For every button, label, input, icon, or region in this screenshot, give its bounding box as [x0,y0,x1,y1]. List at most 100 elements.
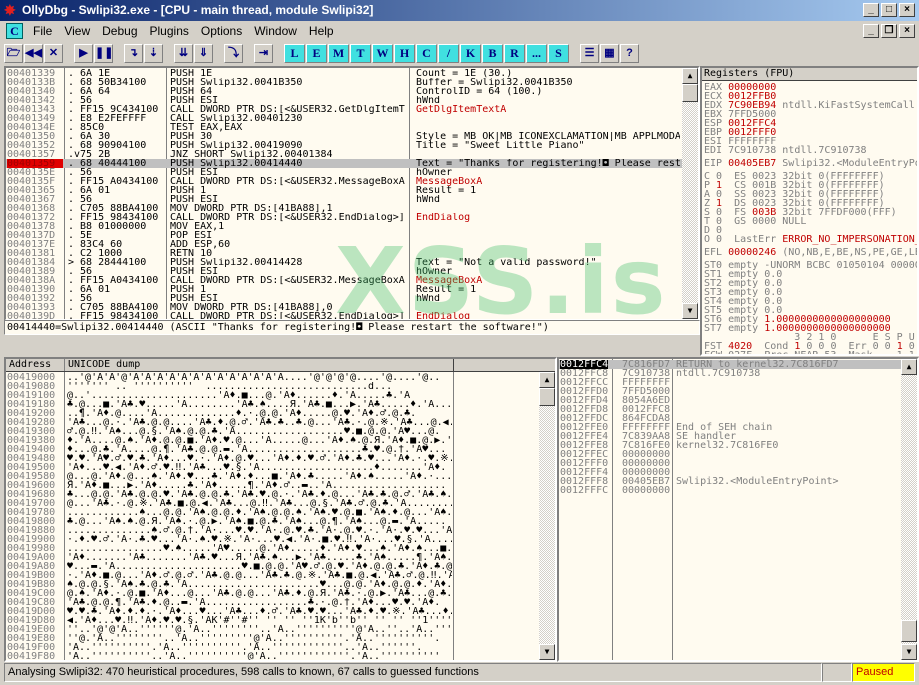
window-button-8[interactable]: K [460,43,481,63]
dump-row[interactable]: 00419300 ♂.@.‼.'A♠...@.§.'A♠.@.@.♣.'A....… [6,427,555,437]
dump-row[interactable]: 00419A80 ♥...▬.'A.....................♥.■… [6,562,555,572]
register-line[interactable]: O 0 LastErr ERROR_NO_IMPERSONATION_TOKEN [704,235,917,245]
stack-row[interactable]: 0012FFEC 00000000 [559,450,917,460]
stack-pane[interactable]: 0012FFC4 7C816FD7 RETURN to kernel32.7C816… [557,357,919,662]
dump-pane[interactable]: Address UNICODE dump 00419000 ..'@'A'A'@'… [4,357,557,662]
mdi-minimize-button[interactable]: _ [863,24,879,38]
dump-row[interactable]: 00419400 ♦...@.♣.'A....@.¶.'A♣.@.@.▬.'A..… [6,445,555,455]
window-button-12[interactable]: S [548,43,569,63]
scroll-down-button[interactable]: ▼ [539,644,555,660]
list-button[interactable]: ☰ [580,43,599,63]
scroll-up-button[interactable]: ▲ [539,372,555,388]
menu-plugins[interactable]: Plugins [144,24,195,38]
minimize-button[interactable]: _ [863,3,879,17]
scroll-up-button[interactable]: ▲ [682,68,698,84]
pause-button[interactable]: ❚❚ [94,43,113,63]
dump-row[interactable]: 00419080 ''''''' .. '''''''''' ..........… [6,382,555,392]
stack-row[interactable]: 0012FFC8 7C910738 ntdll.7C910738 [559,369,917,379]
dump-row[interactable]: 00419A00 'A♦.......'A♣.......'A♣.♥...Я.'A… [6,553,555,563]
menu-debug[interactable]: Debug [96,24,143,38]
window-button-11[interactable]: ... [526,43,547,63]
dump-row[interactable]: 00419380 ♦.'A....@.♠.'A♦.@.@.■.'A♦.♥.@...… [6,436,555,446]
dump-row[interactable]: 00419900 ·.♦.♥.♂.'A·.♣.♥...'A·.♠.♥.※.'A·.… [6,535,555,545]
window-button-6[interactable]: C [416,43,437,63]
trace-into-button[interactable]: ⇊ [174,43,193,63]
menu-view[interactable]: View [58,24,96,38]
disasm-row[interactable]: 00401365. 6A 01 PUSH 1 Result = 1 [6,186,698,196]
menu-options[interactable]: Options [195,24,248,38]
restart-button[interactable]: ◀◀ [24,43,43,63]
step-over-button[interactable]: ⇣ [144,43,163,63]
stack-row[interactable]: 0012FFD0 7FFD5000 [559,387,917,397]
stack-row[interactable]: 0012FFD8 0012FFC8 [559,405,917,415]
help-button[interactable]: ? [620,43,639,63]
dump-row[interactable]: 00419480 ♥.♥.'A♥.♂.♥.♣.'A♦...♥.·.'A♦.@.♥.… [6,454,555,464]
open-button[interactable]: 🗁 [4,43,23,63]
stack-scrollbar[interactable]: ▲ ▼ [901,359,917,660]
scroll-thumb[interactable] [539,388,555,406]
scroll-thumb[interactable] [901,620,917,642]
menu-file[interactable]: File [27,24,58,38]
window-button-5[interactable]: H [394,43,415,63]
dump-row[interactable]: 00419800 ♣.@...'A♠.♠.@.Я.'A♠.·.@.▶.'A♠.■.… [6,517,555,527]
address-column-header[interactable]: Address [9,359,51,371]
dump-row[interactable]: 00419700 @...'A♣.·.@.※.'A♣.■.@.◀.'A♣...@.… [6,499,555,509]
stack-row[interactable]: 0012FFF8 00405EB7 Swlipi32.<ModuleEntryPoi… [559,477,917,487]
dump-row[interactable]: 00419780 ............♠...@.@.'A♠.@.@.♦.'A… [6,508,555,518]
menu-help[interactable]: Help [303,24,340,38]
stack-row[interactable]: 0012FFE0 FFFFFFFF End of SEH chain [559,423,917,433]
scroll-up-button[interactable]: ▲ [901,359,917,375]
window-button-7[interactable]: / [438,43,459,63]
stack-row[interactable]: 0012FFCC FFFFFFFF [559,378,917,388]
registers-header[interactable]: Registers (FPU) [702,68,917,81]
cpu-window-icon[interactable]: C [6,23,23,39]
step-into-button[interactable]: ↴ [124,43,143,63]
dump-scrollbar[interactable]: ▲ ▼ [539,372,555,660]
disasm-row[interactable]: 00401384 > 68 28444100 PUSH Swlipi32.00414… [6,258,698,268]
dump-row[interactable]: 00419280 'A♣...@.·.'A♣.@.@....'A♣.♦.@.♂.'… [6,418,555,428]
dump-row[interactable]: 00419C80 'A♣.@.@.¶.'A♣.♦.@..▬.'A.........… [6,598,555,608]
dump-row[interactable]: 00419E80 ''@.'A..''''''''..'A..'''''''''@… [6,634,555,644]
window-button-0[interactable]: L [284,43,305,63]
register-line[interactable]: EIP 00405EB7 Swlipi32.<ModuleEntryPoint> [704,159,917,169]
window-button-9[interactable]: B [482,43,503,63]
window-button-1[interactable]: E [306,43,327,63]
stack-row[interactable]: 0012FFD4 8054A6ED [559,396,917,406]
disasm-row[interactable]: 00401390. 6A 01 PUSH 1 Result = 1 [6,285,698,295]
disasm-row[interactable]: 00401359. 68 40444100 PUSH Swlipi32.00414… [6,159,698,169]
registers-pane[interactable]: Registers (FPU) EAX 00000000 ECX 0012FFB0… [700,66,919,356]
register-line[interactable]: EDI 7C910738 ntdll.7C910738 [704,146,917,156]
dump-row[interactable]: 00419F80 'A..''''''''''..'A..''''''''''@'… [6,652,555,661]
mdi-close-button[interactable]: × [899,24,915,38]
scroll-down-button[interactable]: ▼ [901,644,917,660]
dump-row[interactable]: 00419000 ..'@'A'A'@'A'A'A'A'A'A'A'A'A'A'A… [6,373,555,383]
stack-row[interactable]: 0012FFFC 00000000 [559,486,917,496]
dump-row[interactable]: 00419F00 'A..''''''''''.'A..''''''''''.'A… [6,643,555,653]
stack-row[interactable]: 0012FFF0 00000000 [559,459,917,469]
mdi-restore-button[interactable]: ❐ [881,24,897,38]
window-button-2[interactable]: M [328,43,349,63]
window-button-3[interactable]: T [350,43,371,63]
dump-row[interactable]: 00419600 Я.'A♦.■...▶.'A♦.....♣.'A♦.....¶.… [6,481,555,491]
dump-row[interactable]: 00419980 ................♥.♠.....'A♥.....… [6,544,555,554]
run-button[interactable]: ▶ [74,43,93,63]
go-to-origin-button[interactable]: ⇥ [254,43,273,63]
stack-row[interactable]: 0012FFE8 7C816FE0 kernel32.7C816FE0 [559,441,917,451]
disasm-row[interactable]: 00401378. B8 01000000 MOV EAX,1 [6,222,698,232]
dump-row[interactable]: 00419C00 @.♠.'A♦.·.@.■.'A♦...@...'A♣.@.@.… [6,589,555,599]
execute-till-return-button[interactable]: ⤵ [224,43,243,63]
dump-row[interactable]: 00419E00 ''..'@'@'A..''''''@.'A..''''''''… [6,625,555,635]
unicode-dump-column-header[interactable]: UNICODE dump [64,359,453,371]
dump-row[interactable]: 00419500 'A♦...♥.◀.'A♦.♂.♥.‼.'A♣...♥.§.'A… [6,463,555,473]
disasm-row[interactable]: 00401349. E8 E2FEFFFF CALL Swlipi32.00401… [6,114,698,124]
window-button-10[interactable]: R [504,43,525,63]
dump-row[interactable]: 00419B00 ·.'A♦.■.@...'A♦.♂.@.♂.'A♣.@.@...… [6,571,555,581]
window-button-4[interactable]: W [372,43,393,63]
dump-row[interactable]: 00419100 @..'.....................'A♦.■..… [6,391,555,401]
disasm-row[interactable]: 00401340. 6A 64 PUSH 64 ControlID = 64 (10… [6,87,698,97]
dump-row[interactable]: 00419D80 ◀.'A♦...♥.‼.'A♦.♥.♥.§.'AK'#''#''… [6,616,555,626]
dump-row[interactable]: 00419680 ♣...@.@.'A♣.@.@.♥.'A♣.@.@.♣.'A♣.… [6,490,555,500]
dump-row[interactable]: 00419B80 ♠.@.@.§.'A♠.♣.@.♣.'A............… [6,580,555,590]
dump-row[interactable]: 00419580 @...@.'A♦.@...♠.'A♦.♥...♣.'A♦.♦.… [6,472,555,482]
register-line[interactable]: FCW 027F Prec NEAR,53 Mask 1 1 [704,351,917,355]
